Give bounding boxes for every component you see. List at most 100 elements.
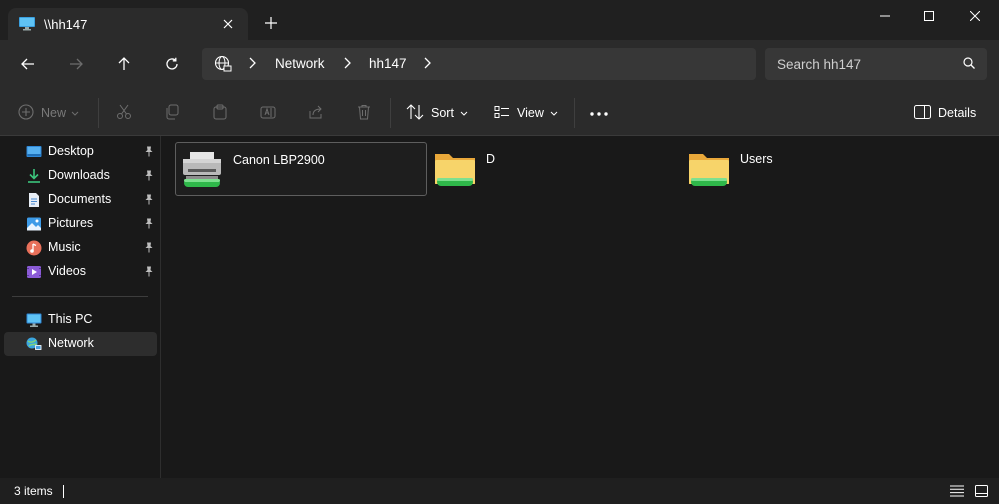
navigation-bar: Network hh147 <box>0 40 999 88</box>
details-button-label: Details <box>938 106 977 120</box>
breadcrumb-chevron-icon[interactable] <box>343 57 351 72</box>
pictures-icon <box>26 216 42 232</box>
pin-icon[interactable] <box>144 170 154 184</box>
back-icon[interactable] <box>14 50 42 78</box>
music-icon <box>26 240 42 256</box>
pin-icon[interactable] <box>144 146 154 160</box>
rename-button[interactable] <box>260 100 276 126</box>
sidebar-item-videos[interactable]: Videos <box>4 260 157 284</box>
plus-circle-icon <box>18 103 34 123</box>
list-item-canon-lbp2900[interactable]: Canon LBP2900 <box>175 142 427 196</box>
sidebar-item-downloads[interactable]: Downloads <box>4 164 157 188</box>
chevron-down-icon <box>71 106 79 120</box>
pin-icon[interactable] <box>144 194 154 208</box>
details-pane-icon <box>914 104 931 122</box>
paste-button[interactable] <box>212 100 228 126</box>
item-label: D <box>486 152 496 166</box>
list-item-users[interactable]: Users <box>683 142 933 194</box>
view-icon <box>494 104 510 123</box>
tab-hh147[interactable]: \\hh147 <box>8 8 248 40</box>
tiles-view-icon[interactable] <box>972 482 990 500</box>
up-icon[interactable] <box>110 50 138 78</box>
navigation-pane: Desktop Downloads Documents Pictures Mus… <box>0 136 161 478</box>
new-button[interactable]: New <box>18 100 79 126</box>
search-icon[interactable] <box>963 57 975 72</box>
sidebar-item-label: Desktop <box>48 144 94 158</box>
this-pc-icon <box>26 312 42 328</box>
view-button-label: View <box>517 106 544 120</box>
sidebar-item-label: This PC <box>48 312 93 326</box>
address-bar[interactable]: Network hh147 <box>202 48 756 80</box>
details-view-icon[interactable] <box>948 482 966 500</box>
shared-folder-icon <box>433 148 477 191</box>
desktop-icon <box>26 144 42 160</box>
more-options-button[interactable] <box>589 100 609 126</box>
view-button[interactable]: View <box>494 100 558 126</box>
sidebar-item-music[interactable]: Music <box>4 236 157 260</box>
sidebar-divider <box>12 296 148 297</box>
sort-button-label: Sort <box>431 106 454 120</box>
search-input[interactable] <box>777 55 957 73</box>
title-bar: \\hh147 <box>0 0 999 40</box>
downloads-icon <box>26 168 42 184</box>
forward-icon[interactable] <box>62 50 90 78</box>
videos-icon <box>26 264 42 280</box>
shared-folder-icon <box>687 148 731 191</box>
breadcrumb-network[interactable]: Network <box>275 56 325 71</box>
share-icon <box>308 104 324 123</box>
sidebar-item-label: Pictures <box>48 216 94 230</box>
documents-icon <box>26 192 42 208</box>
computer-icon <box>18 16 36 35</box>
delete-button[interactable] <box>356 100 372 126</box>
more-icon <box>589 106 609 120</box>
sidebar-item-label: Music <box>48 240 81 254</box>
search-box[interactable] <box>765 48 987 80</box>
pin-icon[interactable] <box>144 218 154 232</box>
pin-icon[interactable] <box>144 266 154 280</box>
share-button[interactable] <box>308 100 324 126</box>
pin-icon[interactable] <box>144 242 154 256</box>
breadcrumb-hh147[interactable]: hh147 <box>369 56 407 71</box>
network-globe-icon <box>214 55 232 76</box>
sidebar-item-this-pc[interactable]: This PC <box>4 308 157 332</box>
details-button[interactable]: Details <box>914 100 976 126</box>
new-tab-icon[interactable] <box>260 12 282 34</box>
close-tab-icon[interactable] <box>218 14 238 34</box>
separator <box>390 98 391 128</box>
chevron-down-icon <box>550 106 558 120</box>
scissors-icon <box>116 104 132 123</box>
close-icon[interactable] <box>952 0 998 32</box>
chevron-down-icon <box>460 106 468 120</box>
sort-button[interactable]: Sort <box>406 100 468 126</box>
sidebar-item-label: Videos <box>48 264 86 278</box>
clipboard-icon <box>212 104 228 123</box>
sidebar-item-label: Documents <box>48 192 112 206</box>
item-count: 3 items <box>14 484 53 498</box>
command-bar: New Sort View Details <box>0 88 999 136</box>
maximize-icon[interactable] <box>906 0 952 32</box>
sidebar-item-label: Network <box>48 336 94 350</box>
copy-button[interactable] <box>164 100 180 126</box>
item-label: Users <box>740 152 773 166</box>
status-bar: 3 items <box>0 478 999 504</box>
trash-icon <box>356 104 372 123</box>
cut-button[interactable] <box>116 100 132 126</box>
sidebar-item-pictures[interactable]: Pictures <box>4 212 157 236</box>
status-separator <box>63 485 64 498</box>
rename-icon <box>260 104 276 123</box>
file-list: Canon LBP2900 D Users <box>161 136 999 478</box>
sort-icon <box>406 103 424 123</box>
breadcrumb-chevron-icon[interactable] <box>423 57 431 72</box>
sidebar-item-desktop[interactable]: Desktop <box>4 140 157 164</box>
separator <box>574 98 575 128</box>
breadcrumb-chevron-icon[interactable] <box>248 57 256 72</box>
file-explorer-window: \\hh147 Network hh147 Search hh147 New S… <box>0 0 999 504</box>
separator <box>98 98 99 128</box>
sidebar-item-network[interactable]: Network <box>4 332 157 356</box>
refresh-icon[interactable] <box>158 50 186 78</box>
sidebar-item-label: Downloads <box>48 168 110 182</box>
list-item-d[interactable]: D <box>429 142 679 194</box>
printer-icon <box>180 149 224 192</box>
minimize-icon[interactable] <box>862 0 908 32</box>
sidebar-item-documents[interactable]: Documents <box>4 188 157 212</box>
